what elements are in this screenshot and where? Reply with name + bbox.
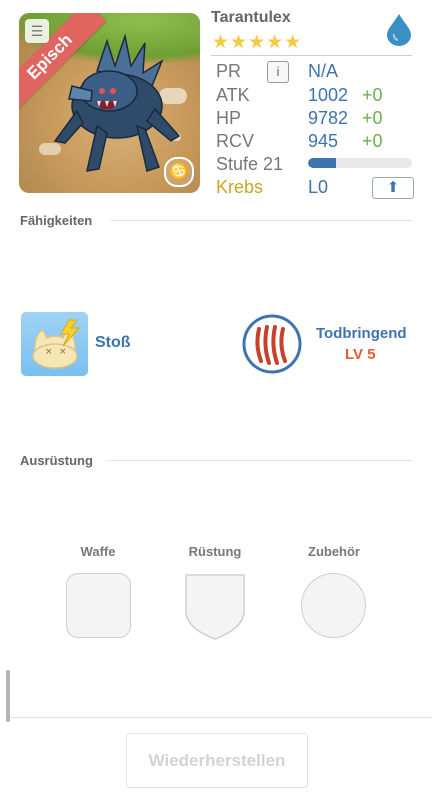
rcv-value: 945 <box>308 131 339 151</box>
zodiac-rank: L0 <box>308 177 329 197</box>
active-skill-name[interactable]: Stoß <box>95 334 131 352</box>
hp-bonus: +0 <box>362 108 383 128</box>
active-skill-icon[interactable]: × × <box>21 312 88 376</box>
accessory-slot[interactable] <box>301 573 366 638</box>
accessory-label: Zubehör <box>308 544 360 559</box>
armor-label: Rüstung <box>188 544 242 559</box>
equipment-section-title: Ausrüstung <box>20 453 93 468</box>
atk-label: ATK <box>216 85 250 105</box>
water-drop-icon <box>387 14 411 46</box>
arrow-up-icon: ⬆ <box>386 179 400 196</box>
passive-skill-icon[interactable] <box>241 313 303 380</box>
divider <box>110 220 412 221</box>
pr-label: PR <box>216 61 242 81</box>
svg-text:×: × <box>45 347 53 357</box>
claw-marks-icon <box>242 314 302 374</box>
divider <box>211 55 412 56</box>
atk-value: 1002 <box>308 85 349 105</box>
star-rating: ★★★★★ <box>212 32 303 53</box>
zodiac-cancer-icon: ♋ <box>164 157 194 187</box>
rcv-label: RCV <box>216 131 255 151</box>
restore-button[interactable]: Wiederherstellen <box>126 733 308 788</box>
rcv-bonus: +0 <box>362 131 383 151</box>
info-icon[interactable]: i <box>267 61 289 83</box>
upgrade-button[interactable]: ⬆ <box>372 177 414 199</box>
zodiac-label: Krebs <box>216 177 264 197</box>
passive-skill-level: LV 5 <box>345 346 376 363</box>
pr-value: N/A <box>308 61 339 81</box>
atk-bonus: +0 <box>362 85 383 105</box>
armor-slot[interactable] <box>184 573 246 641</box>
hp-label: HP <box>216 108 242 128</box>
weapon-slot[interactable] <box>66 573 131 638</box>
svg-text:×: × <box>59 347 67 357</box>
level-progress-fill <box>308 158 337 168</box>
hp-value: 9782 <box>308 108 349 128</box>
level-label: Stufe 21 <box>216 154 284 174</box>
sleepy-cat-icon: × × <box>32 319 81 369</box>
document-icon[interactable]: ☰ <box>25 19 49 43</box>
weapon-label: Waffe <box>80 544 116 559</box>
passive-skill-name[interactable]: Todbringend <box>316 325 407 342</box>
skills-section-title: Fähigkeiten <box>20 213 93 228</box>
scrollbar[interactable] <box>6 670 10 722</box>
monster-name: Tarantulex <box>211 9 291 26</box>
monster-portrait[interactable]: Episch ☰ ♋ <box>19 13 200 193</box>
divider <box>10 717 432 718</box>
divider <box>106 460 412 461</box>
level-progress-bar <box>308 158 412 168</box>
